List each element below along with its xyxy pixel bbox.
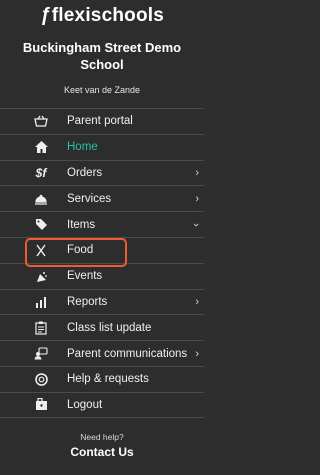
contact-us-link[interactable]: Contact Us bbox=[0, 445, 204, 459]
user-name: Keet van de Zande bbox=[63, 85, 141, 95]
orders-icon: $f bbox=[35, 165, 47, 180]
menu-label: Home bbox=[67, 141, 98, 154]
chevron-down-icon: › bbox=[190, 222, 203, 227]
menu-item-home[interactable]: Home bbox=[0, 133, 204, 160]
menu-label: Orders bbox=[67, 166, 103, 179]
menu-label: Services bbox=[67, 192, 112, 205]
footer: Need help? Contact Us bbox=[0, 420, 204, 459]
menu-label: Parent communications bbox=[67, 347, 188, 360]
menu-label: Parent portal bbox=[67, 115, 133, 128]
menu-item-help-requests[interactable]: Help & requests bbox=[0, 365, 204, 392]
events-icon bbox=[34, 269, 48, 283]
lifebuoy-icon bbox=[34, 372, 48, 386]
communications-icon bbox=[34, 347, 48, 361]
chevron-right-icon: › bbox=[195, 295, 199, 308]
menu-item-parent-portal[interactable]: Parent portal bbox=[0, 108, 204, 134]
menu-item-logout[interactable]: Logout bbox=[0, 391, 204, 418]
home-icon bbox=[34, 140, 48, 154]
logout-icon bbox=[34, 398, 48, 412]
menu-item-parent-communications[interactable]: Parent communications › bbox=[0, 340, 204, 366]
help-text: Need help? bbox=[80, 432, 124, 442]
food-highlight-box bbox=[25, 238, 127, 267]
menu-label: Help & requests bbox=[67, 373, 149, 386]
menu-item-orders[interactable]: $f Orders › bbox=[0, 159, 204, 186]
menu-item-class-list-update[interactable]: Class list update bbox=[0, 314, 204, 340]
menu-item-services[interactable]: Services › bbox=[0, 185, 204, 211]
menu-label: Events bbox=[67, 270, 103, 283]
logo-text: flexischools bbox=[51, 5, 164, 26]
menu-label: Reports bbox=[67, 295, 108, 308]
menu-item-reports[interactable]: Reports › bbox=[0, 288, 204, 315]
menu-label: Items bbox=[67, 218, 96, 231]
menu-item-items[interactable]: Items › bbox=[0, 211, 204, 237]
services-icon bbox=[34, 192, 48, 206]
basket-icon bbox=[34, 114, 48, 128]
tag-icon bbox=[34, 218, 48, 232]
school-name: Buckingham Street Demo School bbox=[22, 40, 182, 72]
bar-chart-icon bbox=[34, 295, 48, 309]
chevron-right-icon: › bbox=[195, 347, 199, 360]
flexischools-logo[interactable]: ƒflexischools bbox=[0, 5, 204, 27]
chevron-right-icon: › bbox=[195, 192, 199, 205]
header: ƒflexischools Buckingham Street Demo Sch… bbox=[0, 0, 204, 108]
menu-label: Class list update bbox=[67, 321, 152, 334]
clipboard-icon bbox=[34, 321, 48, 335]
chevron-right-icon: › bbox=[195, 166, 199, 179]
menu-label: Logout bbox=[67, 398, 103, 411]
logo-mark-icon: ƒ bbox=[40, 5, 51, 26]
